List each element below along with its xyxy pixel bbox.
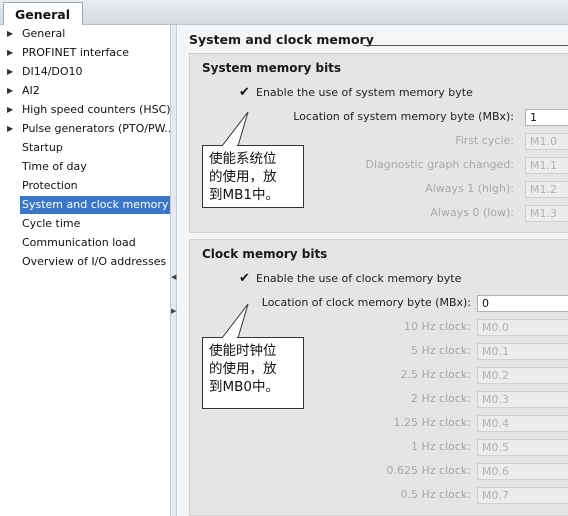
tree-item-label: DI14/DO10 — [22, 65, 83, 78]
tree-item-label: PROFINET interface — [22, 46, 129, 59]
tree-item-label: General — [22, 27, 66, 40]
expand-arrow-icon[interactable]: ▶ — [7, 101, 13, 119]
clock-memory-checkbox[interactable]: ✔ — [239, 272, 252, 285]
system-memory-location-input[interactable]: 1 — [525, 109, 568, 126]
diagnostic-graph-changed-field: M1.1 — [525, 157, 568, 174]
clock-memory-location-input[interactable]: 0 — [477, 295, 568, 312]
clock-10hz-label: 10 Hz clock: — [404, 320, 471, 333]
clock-0-5hz-label: 0.5 Hz clock: — [400, 488, 472, 501]
system-memory-checkbox[interactable]: ✔ — [239, 86, 252, 99]
system-memory-location-label: Location of system memory byte (MBx): — [293, 110, 514, 123]
tree-item-label: Pulse generators (PTO/PW... — [22, 122, 175, 135]
callout-clock-memory: 使能时钟位 的使用，放 到MB0中。 — [202, 337, 304, 409]
clock-2-5hz-label: 2.5 Hz clock: — [400, 368, 472, 381]
tree-item-label: Cycle time — [22, 217, 81, 230]
clock-2-5hz-field: M0.2 — [477, 367, 568, 384]
clock-1hz-label: 1 Hz clock: — [411, 440, 471, 453]
panel-splitter[interactable]: ◀ ▶ — [170, 25, 177, 516]
always-1-label: Always 1 (high): — [425, 182, 514, 195]
clock-1-25hz-label: 1.25 Hz clock: — [393, 416, 472, 429]
tab-general[interactable]: General — [3, 2, 83, 26]
expand-right-icon[interactable]: ▶ — [171, 307, 176, 315]
tree-item-label: AI2 — [22, 84, 40, 97]
first-cycle-label: First cycle: — [455, 134, 514, 147]
callout-system-memory: 使能系统位 的使用，放 到MB1中。 — [202, 145, 304, 208]
clock-1-25hz-field: M0.4 — [477, 415, 568, 432]
collapse-left-icon[interactable]: ◀ — [171, 273, 176, 281]
always-0-field: M1.3 — [525, 205, 568, 222]
tab-strip: General — [0, 0, 568, 26]
callout-join-system — [223, 145, 237, 147]
clock-1hz-field: M0.5 — [477, 439, 568, 456]
clock-5hz-label: 5 Hz clock: — [411, 344, 471, 357]
clock-0-625hz-field: M0.6 — [477, 463, 568, 480]
clock-memory-checkbox-label: Enable the use of clock memory byte — [256, 272, 462, 285]
always-0-label: Always 0 (low): — [430, 206, 514, 219]
system-memory-title: System memory bits — [202, 61, 342, 75]
section-title: System and clock memory — [189, 32, 374, 47]
properties-content: System and clock memory System memory bi… — [178, 25, 568, 516]
expand-arrow-icon[interactable]: ▶ — [7, 120, 13, 138]
callout-join-clock — [223, 337, 237, 339]
always-1-field: M1.2 — [525, 181, 568, 198]
clock-0-625hz-label: 0.625 Hz clock: — [386, 464, 472, 477]
tree-item-label: Communication load — [22, 236, 136, 249]
system-memory-checkbox-label: Enable the use of system memory byte — [256, 86, 473, 99]
expand-arrow-icon[interactable]: ▶ — [7, 82, 13, 100]
clock-2hz-field: M0.3 — [477, 391, 568, 408]
tree-item-label: Startup — [22, 141, 63, 154]
expand-arrow-icon[interactable]: ▶ — [7, 44, 13, 62]
clock-memory-title: Clock memory bits — [202, 247, 328, 261]
clock-10hz-field: M0.0 — [477, 319, 568, 336]
expand-arrow-icon[interactable]: ▶ — [7, 63, 13, 81]
tree-item-label: Time of day — [22, 160, 87, 173]
clock-5hz-field: M0.1 — [477, 343, 568, 360]
clock-0-5hz-field: M0.7 — [477, 487, 568, 504]
first-cycle-field: M1.0 — [525, 133, 568, 150]
diagnostic-graph-changed-label: Diagnostic graph changed: — [365, 158, 514, 171]
navigation-tree: ▶ General ▶ PROFINET interface ▶ DI14/DO… — [0, 25, 175, 516]
tree-item-label: High speed counters (HSC) — [22, 103, 171, 116]
tree-item-label: Overview of I/O addresses — [22, 255, 167, 268]
tree-item-label: Protection — [22, 179, 78, 192]
tree-item-label: System and clock memory — [20, 196, 171, 214]
clock-memory-location-label: Location of clock memory byte (MBx): — [261, 296, 471, 309]
expand-arrow-icon[interactable]: ▶ — [7, 25, 13, 43]
section-divider — [363, 45, 568, 46]
clock-2hz-label: 2 Hz clock: — [411, 392, 471, 405]
